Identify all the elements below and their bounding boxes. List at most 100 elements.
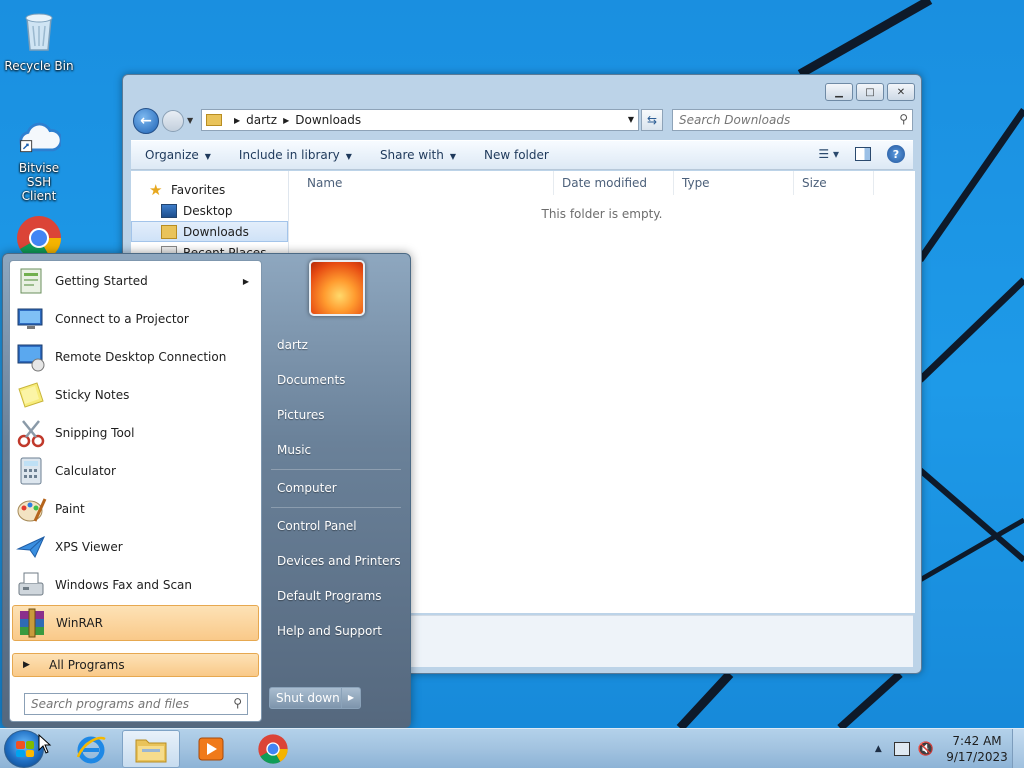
desktop-icon-bitvise[interactable]: Bitvise SSH Client bbox=[1, 118, 77, 203]
address-dropdown-icon[interactable]: ▼ bbox=[628, 115, 634, 124]
program-getting-started[interactable]: Getting Started ▶ bbox=[12, 263, 259, 299]
taskbar-chrome-button[interactable] bbox=[244, 730, 302, 768]
clock[interactable]: 7:42 AM 9/17/2023 bbox=[942, 733, 1012, 765]
start-menu: Getting Started ▶ Connect to a Projector… bbox=[2, 253, 411, 728]
volume-muted-icon[interactable]: 🔇 bbox=[918, 742, 934, 757]
folder-icon bbox=[206, 114, 222, 126]
programs-list: Getting Started ▶ Connect to a Projector… bbox=[9, 260, 262, 722]
search-box[interactable]: ⚲ bbox=[672, 109, 913, 131]
shutdown-button-group: Shut down ▶ bbox=[269, 687, 361, 709]
snipping-tool-icon bbox=[17, 420, 45, 448]
breadcrumb-downloads[interactable]: Downloads bbox=[295, 113, 361, 127]
show-desktop-button[interactable] bbox=[1012, 729, 1024, 768]
organize-button[interactable]: Organize ▼ bbox=[131, 148, 225, 162]
separator bbox=[271, 469, 401, 470]
projector-icon bbox=[17, 308, 43, 329]
paint-icon bbox=[17, 498, 47, 522]
program-xps-viewer[interactable]: XPS Viewer bbox=[12, 529, 259, 565]
explorer-folder-icon bbox=[135, 739, 167, 763]
start-link-control-panel[interactable]: Control Panel bbox=[277, 519, 357, 533]
chevron-down-icon: ▼ bbox=[345, 152, 352, 161]
empty-folder-message: This folder is empty. bbox=[541, 207, 663, 221]
program-remote-desktop[interactable]: Remote Desktop Connection bbox=[12, 339, 259, 375]
chrome-icon bbox=[258, 734, 288, 764]
calculator-icon bbox=[20, 457, 42, 485]
all-programs-arrow-icon: ▶ bbox=[23, 660, 30, 670]
recent-pages-dropdown[interactable]: ▼ bbox=[187, 116, 193, 125]
ie-icon bbox=[76, 736, 106, 764]
system-tray: ▲ 🔇 7:42 AM 9/17/2023 bbox=[875, 729, 1024, 768]
start-link-devices-printers[interactable]: Devices and Printers bbox=[277, 554, 401, 568]
maximize-button[interactable]: □ bbox=[856, 83, 884, 101]
address-bar[interactable]: ▶ dartz ▶ Downloads ▼ bbox=[201, 109, 639, 131]
breadcrumb-user[interactable]: dartz bbox=[246, 113, 277, 127]
column-type[interactable]: Type bbox=[674, 171, 794, 195]
share-with-button[interactable]: Share with ▼ bbox=[366, 148, 470, 162]
search-icon[interactable]: ⚲ bbox=[233, 696, 242, 710]
program-connect-projector[interactable]: Connect to a Projector bbox=[12, 301, 259, 337]
start-link-music[interactable]: Music bbox=[277, 443, 311, 457]
help-icon[interactable]: ? bbox=[887, 145, 905, 163]
nav-downloads[interactable]: Downloads bbox=[131, 221, 288, 242]
start-search-input[interactable] bbox=[25, 694, 221, 714]
new-folder-button[interactable]: New folder bbox=[470, 148, 563, 162]
desktop-icon-recycle-bin[interactable]: Recycle Bin bbox=[1, 6, 77, 73]
program-calculator[interactable]: Calculator bbox=[12, 453, 259, 489]
include-in-library-button[interactable]: Include in library ▼ bbox=[225, 148, 366, 162]
media-player-icon bbox=[198, 737, 224, 761]
preview-pane-icon[interactable] bbox=[855, 147, 871, 161]
desktop-icon-label: Bitvise SSH Client bbox=[18, 161, 60, 203]
column-name[interactable]: Name bbox=[289, 171, 554, 195]
breadcrumb-arrow-icon[interactable]: ▶ bbox=[283, 116, 289, 125]
taskbar-media-player-button[interactable] bbox=[182, 730, 240, 768]
back-button[interactable]: ← bbox=[133, 108, 159, 134]
start-link-documents[interactable]: Documents bbox=[277, 373, 345, 387]
program-sticky-notes[interactable]: Sticky Notes bbox=[12, 377, 259, 413]
program-winrar[interactable]: WinRAR bbox=[12, 605, 259, 641]
taskbar: ▲ 🔇 7:42 AM 9/17/2023 bbox=[0, 728, 1024, 768]
shutdown-options-arrow-icon[interactable]: ▶ bbox=[342, 688, 360, 708]
refresh-button[interactable]: ⇆ bbox=[641, 109, 663, 131]
sticky-notes-icon bbox=[18, 382, 44, 408]
nav-desktop[interactable]: Desktop bbox=[131, 200, 288, 221]
search-icon[interactable]: ⚲ bbox=[899, 112, 908, 126]
shutdown-button[interactable]: Shut down bbox=[270, 688, 342, 708]
view-options-icon[interactable]: ☰ ▾ bbox=[818, 147, 839, 161]
command-bar: Organize ▼ Include in library ▼ Share with… bbox=[131, 140, 913, 170]
column-date-modified[interactable]: Date modified bbox=[554, 171, 674, 195]
program-paint[interactable]: Paint bbox=[12, 491, 259, 527]
fax-scan-icon bbox=[18, 572, 44, 596]
start-link-default-programs[interactable]: Default Programs bbox=[277, 589, 382, 603]
start-link-help-support[interactable]: Help and Support bbox=[277, 624, 382, 638]
show-hidden-icons-arrow-icon[interactable]: ▲ bbox=[875, 744, 882, 754]
breadcrumb-arrow-icon[interactable]: ▶ bbox=[234, 116, 240, 125]
start-link-user[interactable]: dartz bbox=[277, 338, 308, 352]
forward-button[interactable] bbox=[162, 110, 184, 132]
column-headers: Name Date modified Type Size bbox=[289, 171, 915, 195]
user-avatar[interactable] bbox=[309, 260, 365, 316]
separator bbox=[271, 507, 401, 508]
start-link-pictures[interactable]: Pictures bbox=[277, 408, 325, 422]
column-size[interactable]: Size bbox=[794, 171, 874, 195]
recycle-bin-icon bbox=[25, 13, 53, 51]
taskbar-explorer-button[interactable] bbox=[122, 730, 180, 768]
nav-favorites[interactable]: ★ Favorites bbox=[131, 179, 288, 200]
search-input[interactable] bbox=[673, 110, 883, 130]
all-programs-button[interactable]: ▶ All Programs bbox=[12, 653, 259, 677]
address-row: ← ▼ ▶ dartz ▶ Downloads ▼ ⇆ ⚲ bbox=[131, 108, 913, 134]
remote-desktop-icon bbox=[17, 344, 45, 372]
mouse-cursor-icon bbox=[38, 734, 52, 754]
winrar-icon bbox=[20, 608, 44, 638]
start-link-computer[interactable]: Computer bbox=[277, 481, 337, 495]
minimize-button[interactable]: ▁ bbox=[825, 83, 853, 101]
network-icon[interactable] bbox=[893, 742, 910, 756]
chevron-down-icon: ▼ bbox=[204, 152, 211, 161]
program-snipping-tool[interactable]: Snipping Tool bbox=[12, 415, 259, 451]
close-button[interactable]: ✕ bbox=[887, 83, 915, 101]
desktop-icon bbox=[161, 203, 177, 218]
program-fax-scan[interactable]: Windows Fax and Scan bbox=[12, 567, 259, 603]
clock-date: 9/17/2023 bbox=[946, 750, 1008, 764]
taskbar-ie-button[interactable] bbox=[62, 730, 120, 768]
start-search-box[interactable]: ⚲ bbox=[24, 693, 248, 715]
windows-logo-icon bbox=[16, 741, 34, 757]
